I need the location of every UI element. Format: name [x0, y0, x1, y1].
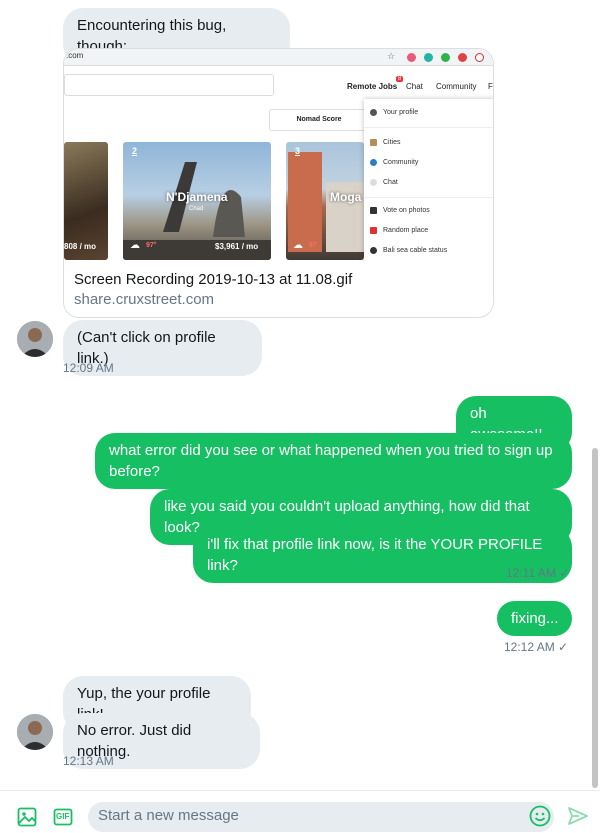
menu-divider: [364, 197, 493, 198]
menu-item-community: Community: [370, 159, 418, 166]
message-input[interactable]: Start a new message: [88, 802, 554, 832]
outgoing-message: what error did you see or what happened …: [95, 433, 572, 489]
nav-more: F: [488, 82, 493, 91]
city-tile: 3 Moga ☁ 97: [286, 142, 364, 260]
screen-recording-preview: .com ☆ Remote Jobs 8 Chat Community F No…: [64, 49, 493, 262]
menu-label: Your profile: [383, 109, 419, 116]
city-tile: 808 / mo: [64, 142, 108, 260]
menu-item-bali: Bali sea cable status: [370, 247, 447, 254]
city-tile: 2 N'Djamena Chad ☁ 97° $3,961 / mo: [123, 142, 271, 260]
camera-icon: [370, 207, 377, 214]
chat-icon: [370, 179, 377, 186]
avatar[interactable]: [17, 321, 53, 357]
tile-price: 808 / mo: [64, 242, 97, 251]
url-text: .com: [66, 51, 84, 60]
outgoing-message: fixing...: [497, 601, 572, 636]
menu-label: Vote on photos: [383, 207, 430, 214]
message-thread: Encountering this bug, though: .com ☆ Re…: [0, 0, 600, 790]
menu-label: Chat: [383, 179, 398, 186]
dice-icon: [370, 227, 377, 234]
extension-icon: [475, 53, 484, 62]
cities-icon: [370, 139, 377, 146]
timestamp: 12:09 AM: [63, 361, 114, 375]
person-avatar-image: [17, 321, 53, 357]
menu-item-random: Random place: [370, 227, 428, 234]
avatar[interactable]: [17, 714, 53, 750]
scrollbar[interactable]: [592, 448, 598, 788]
tile-rank: 2: [132, 146, 138, 156]
browser-url-bar: .com ☆: [64, 49, 493, 66]
media-card[interactable]: .com ☆ Remote Jobs 8 Chat Community F No…: [63, 48, 494, 318]
cloud-icon: ☁: [293, 240, 303, 251]
send-icon[interactable]: [567, 806, 589, 831]
extension-icon: [441, 53, 450, 62]
nomad-score-button: Nomad Score: [269, 109, 369, 131]
star-icon: ☆: [387, 51, 396, 61]
extension-icon: [407, 53, 416, 62]
menu-item-your-profile: Your profile: [370, 109, 418, 116]
site-search-box: [64, 74, 274, 96]
globe-icon: [370, 159, 377, 166]
tile-city-name: N'Djamena: [166, 190, 228, 204]
profile-dropdown-menu: Your profile Cities Community Chat Vote …: [364, 99, 493, 262]
nav-community: Community: [436, 82, 477, 91]
tile-city-name: Moga: [330, 190, 362, 204]
nav-badge: 8: [396, 76, 404, 82]
compose-bar: GIF Start a new message: [0, 790, 600, 833]
extension-icon: [458, 53, 467, 62]
nav-chat: Chat: [406, 82, 423, 91]
menu-item-cities: Cities: [370, 139, 401, 146]
timestamp: 12:11 AM ✓: [506, 566, 570, 580]
card-domain: share.cruxstreet.com: [74, 291, 215, 308]
tile-temperature: 97°: [146, 242, 157, 249]
gif-label: GIF: [56, 812, 70, 821]
cable-icon: [370, 247, 377, 254]
extension-icon: [424, 53, 433, 62]
cloud-icon: ☁: [130, 240, 140, 251]
tile-rank: 3: [295, 146, 301, 156]
menu-label: Bali sea cable status: [383, 247, 448, 254]
tile-temperature: 97: [309, 242, 317, 249]
timestamp: 12:13 AM: [63, 754, 114, 768]
person-avatar-image: [17, 714, 53, 750]
menu-label: Community: [383, 159, 419, 166]
tile-country: Chad: [189, 206, 204, 212]
menu-item-chat: Chat: [370, 179, 398, 186]
menu-divider: [364, 127, 493, 128]
gif-icon[interactable]: GIF: [53, 807, 73, 832]
emoji-icon[interactable]: [529, 805, 551, 832]
menu-label: Cities: [383, 139, 401, 146]
timestamp: 12:12 AM ✓: [504, 640, 569, 654]
menu-item-vote: Vote on photos: [370, 207, 430, 214]
menu-label: Random place: [383, 227, 429, 234]
image-icon[interactable]: [17, 807, 37, 832]
nav-remote-jobs: Remote Jobs: [347, 82, 398, 91]
card-title: Screen Recording 2019-10-13 at 11.08.gif: [74, 271, 353, 288]
avatar-icon: [370, 109, 377, 116]
tile-price: $3,961 / mo: [215, 242, 259, 251]
